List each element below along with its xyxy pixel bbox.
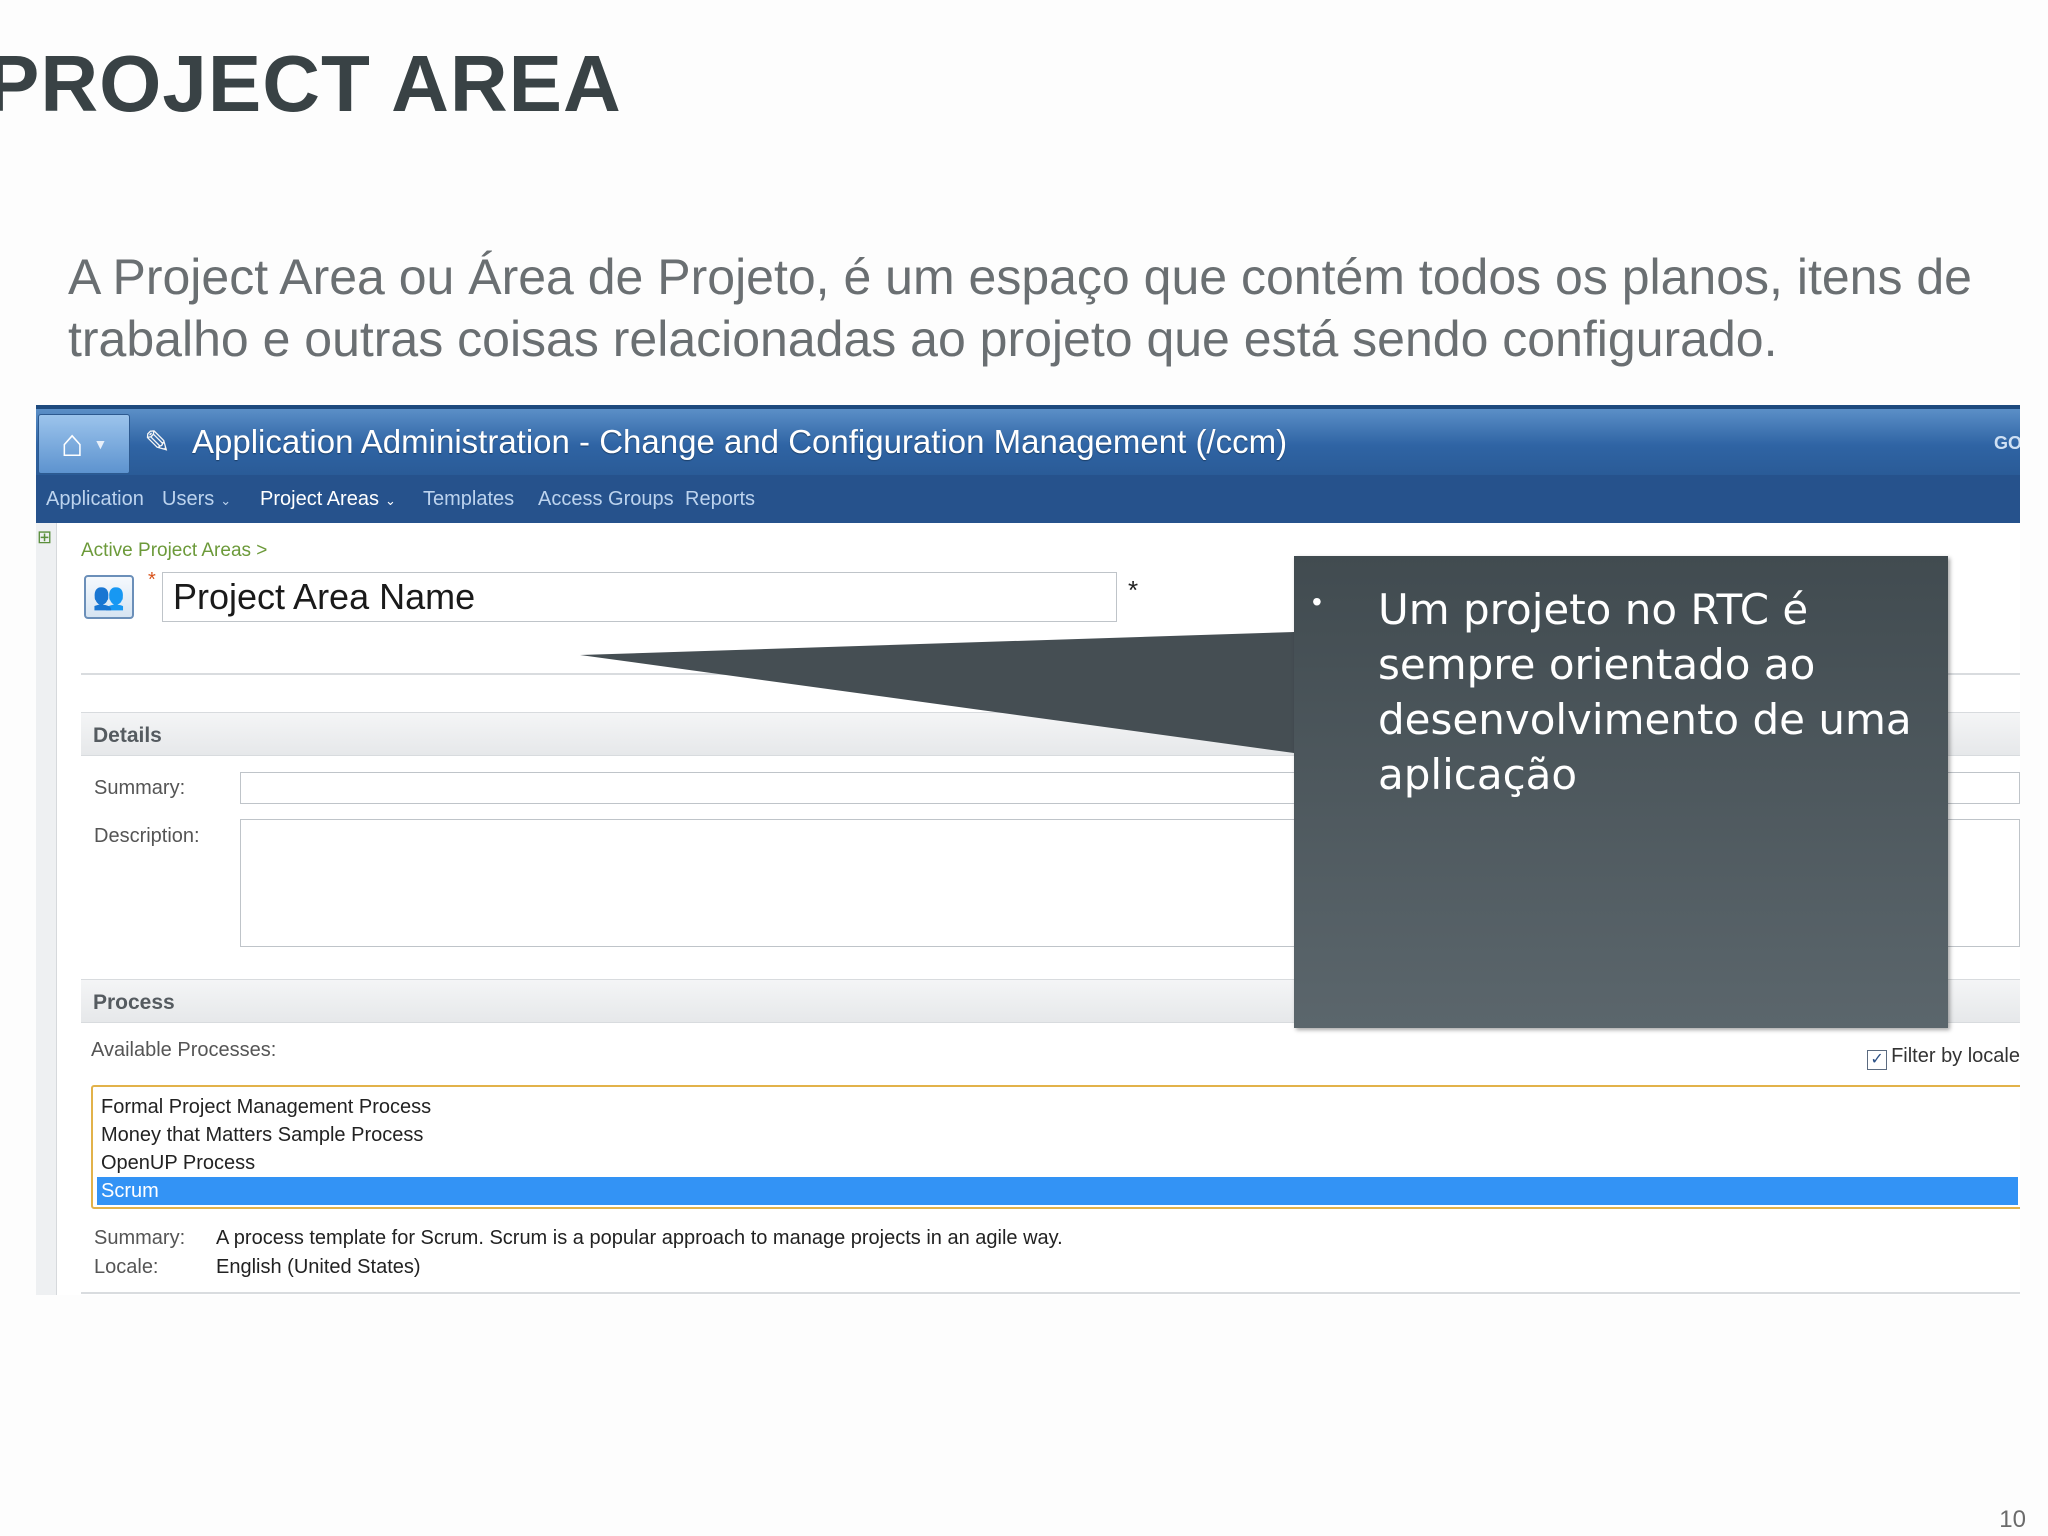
description-label: Description: bbox=[94, 825, 200, 847]
menu-users-label: Users bbox=[162, 488, 215, 510]
menu-application[interactable]: Application bbox=[46, 488, 144, 511]
filter-by-locale-label: Filter by locale bbox=[1891, 1045, 2020, 1067]
menu-project-areas[interactable]: Project Areas ⌄ bbox=[260, 488, 396, 511]
menu-project-areas-label: Project Areas bbox=[260, 488, 379, 510]
summary-label: Summary: bbox=[94, 777, 186, 799]
application-titlebar: ⌂ ▼ ✎ Application Administration - Change… bbox=[36, 405, 2020, 475]
menu-reports[interactable]: Reports bbox=[685, 488, 755, 511]
page-number: 10 bbox=[1999, 1506, 2026, 1533]
callout-text: Um projeto no RTC é sempre orientado ao … bbox=[1378, 585, 1912, 799]
callout-box: • Um projeto no RTC é sempre orientado a… bbox=[1294, 556, 1948, 1028]
slide-title: PROJECT AREA bbox=[0, 39, 622, 128]
process-option-selected[interactable]: Scrum bbox=[97, 1177, 2018, 1205]
process-option[interactable]: OpenUP Process bbox=[93, 1149, 2020, 1177]
admin-tools-icon: ✎ bbox=[144, 424, 171, 460]
available-processes-list[interactable]: Formal Project Management Process Money … bbox=[91, 1085, 2020, 1209]
admin-menubar: Application Users ⌄ Project Areas ⌄ Templa… bbox=[36, 475, 2020, 523]
breadcrumb-active-project-areas[interactable]: Active Project Areas > bbox=[81, 540, 267, 562]
home-menu-button[interactable]: ⌂ ▼ bbox=[38, 414, 130, 474]
project-area-name-input[interactable] bbox=[162, 572, 1117, 622]
chevron-down-icon: ▼ bbox=[93, 436, 108, 452]
checkbox-checked-icon: ✓ bbox=[1867, 1050, 1888, 1070]
menu-access-groups[interactable]: Access Groups bbox=[538, 488, 674, 511]
chevron-down-icon: ⌄ bbox=[384, 493, 396, 508]
required-marker: * bbox=[148, 569, 156, 591]
process-option[interactable]: Money that Matters Sample Process bbox=[93, 1121, 2020, 1149]
divider bbox=[81, 1292, 2020, 1294]
menu-users[interactable]: Users ⌄ bbox=[162, 488, 231, 511]
left-sidebar-strip: ⊞ bbox=[36, 523, 57, 1295]
chevron-down-icon: ⌄ bbox=[220, 493, 232, 508]
people-icon: 👥 bbox=[84, 575, 134, 619]
process-heading: Process bbox=[93, 991, 175, 1014]
available-processes-label: Available Processes: bbox=[91, 1039, 277, 1061]
process-summary-label: Summary: bbox=[94, 1227, 186, 1249]
application-title: Application Administration - Change and … bbox=[192, 423, 1288, 460]
grid-icon[interactable]: ⊞ bbox=[37, 527, 52, 548]
go-link[interactable]: GO bbox=[1994, 433, 2020, 454]
process-option[interactable]: Formal Project Management Process bbox=[93, 1093, 2020, 1121]
callout-bullet: • bbox=[1312, 586, 1322, 617]
details-heading: Details bbox=[93, 724, 162, 747]
slide-intro: A Project Area ou Área de Projeto, é um … bbox=[68, 249, 1972, 367]
filter-by-locale-checkbox[interactable]: ✓ Filter by locale bbox=[1867, 1045, 2020, 1070]
home-icon: ⌂ bbox=[60, 422, 84, 465]
name-required-marker: * bbox=[1128, 575, 1139, 605]
process-locale-value: English (United States) bbox=[216, 1256, 421, 1278]
process-locale-label: Locale: bbox=[94, 1256, 159, 1278]
menu-templates[interactable]: Templates bbox=[423, 488, 514, 511]
process-summary-value: A process template for Scrum. Scrum is a… bbox=[216, 1227, 1063, 1249]
